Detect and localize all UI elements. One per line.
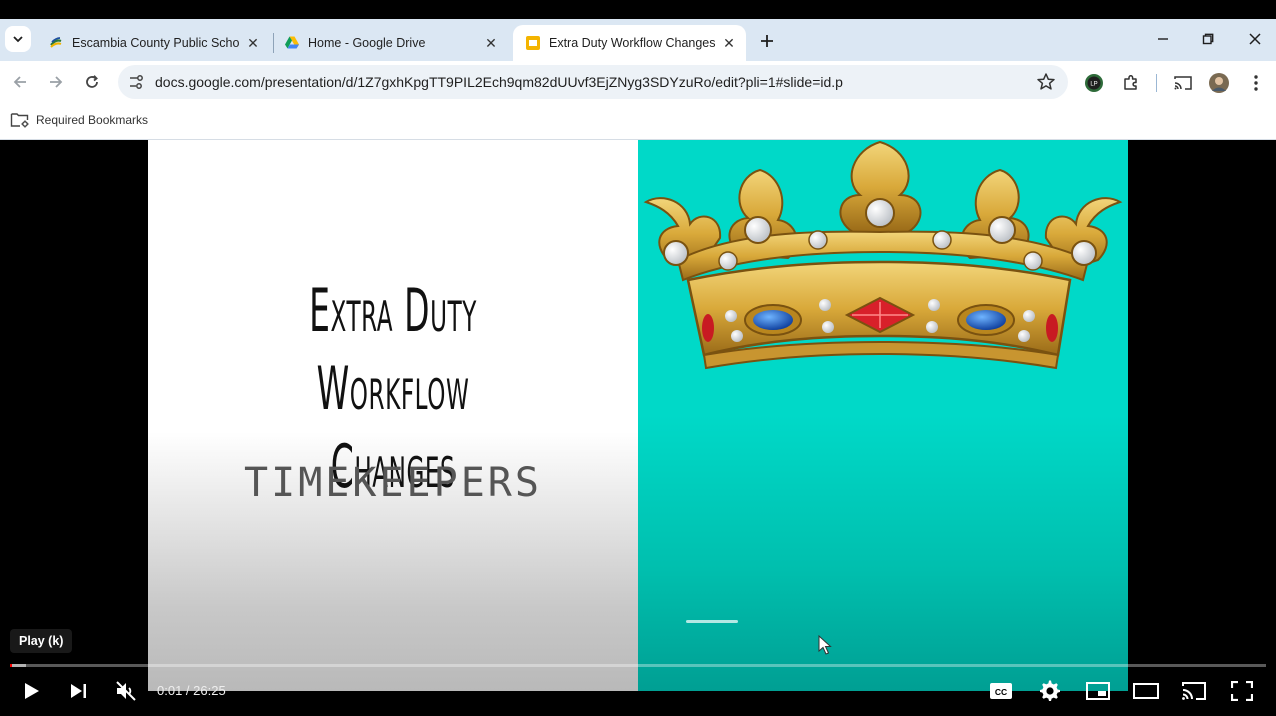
next-button[interactable] [64,677,94,705]
minimize-icon [1158,38,1168,40]
lp-badge-icon: LP [1085,74,1103,92]
bookmarks-bar: Required Bookmarks [0,102,1276,140]
tab-title: Extra Duty Workflow Changes - Google Sli… [549,36,716,50]
google-slides-icon [526,36,540,50]
gear-icon [1040,680,1060,701]
arrow-right-icon [50,76,63,88]
site-info-icon[interactable] [126,72,146,92]
close-icon[interactable]: ✕ [720,34,738,52]
tab-bar: Escambia County Public Schools ✕ Home - … [0,19,1276,61]
play-icon [25,683,39,699]
cast-video-button[interactable] [1179,677,1209,705]
folder-settings-icon [10,113,29,128]
tab-search-button[interactable] [5,26,31,52]
bookmark-star-icon[interactable] [1036,72,1056,92]
browser-toolbar: docs.google.com/presentation/d/1Z7gxhKpg… [0,61,1276,102]
miniplayer-button[interactable] [1083,677,1113,705]
new-tab-button[interactable] [754,28,780,54]
chevron-down-icon [13,36,23,43]
more-vert-icon [1254,75,1258,91]
play-button[interactable] [17,677,47,705]
address-bar[interactable]: docs.google.com/presentation/d/1Z7gxhKpg… [118,65,1068,99]
progress-played [10,664,12,667]
tab-title: Escambia County Public Schools [72,36,240,50]
google-drive-icon [285,36,299,49]
miniplayer-icon [1086,682,1110,700]
tab-escambia[interactable]: Escambia County Public Schools ✕ [36,25,270,61]
toolbar-divider [1156,74,1157,92]
close-icon [1249,33,1261,45]
video-player[interactable]: Extra Duty Workflow Changes TIMEKEEPERS [0,140,1276,716]
cast-button[interactable] [1172,72,1194,94]
screen: Escambia County Public Schools ✕ Home - … [0,0,1276,716]
url-text: docs.google.com/presentation/d/1Z7gxhKpg… [155,74,843,90]
profile-avatar-button[interactable] [1208,72,1230,94]
svg-text:CC: CC [995,687,1007,697]
mute-button[interactable] [111,677,141,705]
restore-icon [1202,33,1214,45]
tab-title: Home - Google Drive [308,36,426,50]
puzzle-icon [1124,74,1137,90]
plus-icon [761,35,773,47]
time-display: 0:01 / 26:25 [157,683,226,698]
slide-subtitle: TIMEKEEPERS [244,460,542,506]
bookmark-label: Required Bookmarks [36,113,149,127]
escambia-favicon-icon [50,37,62,48]
tab-google-drive[interactable]: Home - Google Drive ✕ [272,25,508,61]
progress-loaded [10,664,26,667]
slide-left-panel: Extra Duty Workflow Changes TIMEKEEPERS [148,140,638,691]
crown-illustration [643,140,1123,370]
fullscreen-icon [1231,681,1253,701]
progress-bar[interactable] [10,664,1266,667]
volume-muted-icon [116,681,136,701]
reload-icon [86,75,98,88]
theater-mode-icon [1133,683,1159,699]
tab-extra-duty-slides[interactable]: Extra Duty Workflow Changes - Google Sli… [513,25,746,61]
cast-icon [1174,76,1192,90]
slide-right-panel [638,140,1128,691]
play-tooltip: Play (k) [10,629,73,653]
back-button[interactable] [7,69,33,95]
theater-mode-button[interactable] [1131,677,1161,705]
captions-button[interactable]: CC [986,677,1016,705]
extension-badge-text: LP [1090,82,1097,88]
avatar [1209,73,1229,93]
restore-button[interactable] [1193,27,1223,51]
settings-button[interactable] [1035,677,1065,705]
forward-button[interactable] [43,69,69,95]
reload-button[interactable] [79,69,105,95]
extensions-button[interactable] [1120,72,1142,94]
skip-next-icon [71,684,86,698]
profile-extension-button[interactable]: LP [1083,72,1105,94]
arrow-left-icon [13,76,26,88]
top-letterbox [0,0,1276,19]
close-icon[interactable]: ✕ [482,34,500,52]
mouse-cursor-icon [818,635,832,655]
close-icon[interactable]: ✕ [244,34,262,52]
video-loading-dash [686,620,738,623]
cast-icon [1182,682,1206,700]
bookmark-folder-required[interactable]: Required Bookmarks [10,111,148,129]
closed-captions-icon: CC [990,683,1012,699]
fullscreen-button[interactable] [1227,677,1257,705]
minimize-button[interactable] [1148,27,1178,51]
browser-menu-button[interactable] [1245,72,1267,94]
close-window-button[interactable] [1240,27,1270,51]
